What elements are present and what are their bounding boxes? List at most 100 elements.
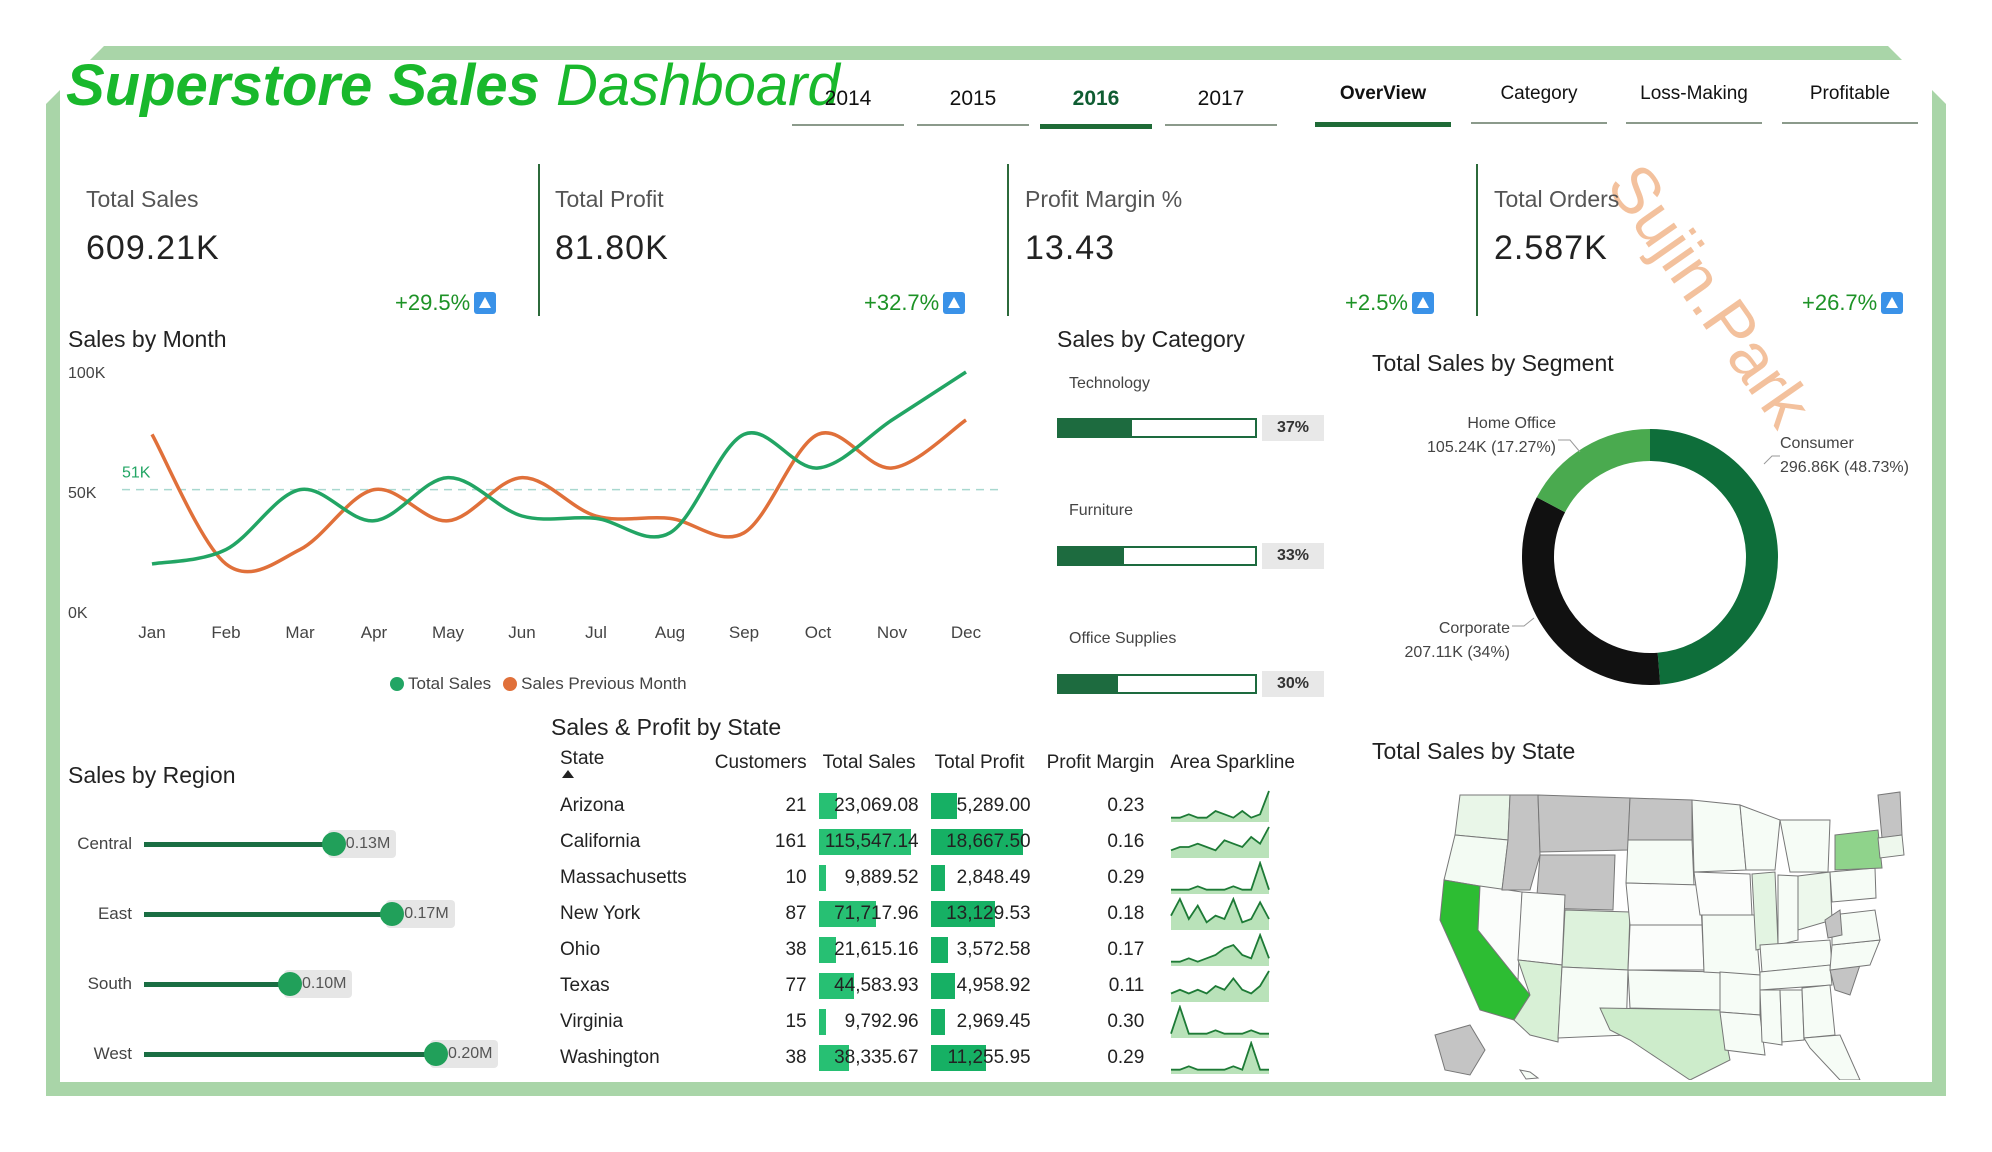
table-row[interactable]: Washington 38 38,335.67 11,255.95 0.29 xyxy=(552,1040,1303,1076)
table-row[interactable]: California 161 115,547.14 18,667.50 0.16 xyxy=(552,824,1303,860)
segment-label-home-office: Home Office 105.24K (17.27%) xyxy=(1410,412,1556,460)
sales-value: 21,615.16 xyxy=(834,939,919,960)
series-line-total-sales xyxy=(151,370,967,566)
kpi-total-orders: Total Orders 2.587K xyxy=(1494,186,1619,268)
region-label-east: East xyxy=(97,904,132,923)
cell-customers: 38 xyxy=(695,1040,815,1076)
table-row[interactable]: New York 87 71,717.96 13,129.53 0.18 xyxy=(552,896,1303,932)
margin-value: 0.23 xyxy=(1107,795,1145,816)
tab-loss-making[interactable]: Loss-Making xyxy=(1626,82,1762,124)
map-state-michigan xyxy=(1779,819,1831,873)
cell-area-sparkline xyxy=(1162,932,1303,968)
x-tick-label: Aug xyxy=(655,623,685,642)
tab-year-2016[interactable]: 2016 xyxy=(1040,86,1152,129)
region-dot-central[interactable] xyxy=(321,832,346,856)
map-state-oklahoma xyxy=(1627,969,1721,1011)
region-dot-west[interactable] xyxy=(424,1042,448,1066)
map-state-iowa xyxy=(1693,871,1753,916)
map-state-texas xyxy=(1599,1007,1731,1080)
x-tick-label: Jun xyxy=(508,623,535,642)
cell-total-sales: 9,792.96 xyxy=(815,1004,927,1040)
legend-dot-previous xyxy=(503,677,518,691)
tab-year-2014[interactable]: 2014 xyxy=(792,86,904,126)
state-name: Washington xyxy=(560,1047,660,1068)
tab-label: Loss-Making xyxy=(1640,83,1748,104)
map-state-colorado xyxy=(1561,909,1631,971)
category-label-office-supplies: Office Supplies xyxy=(1069,630,1177,647)
segment-name: Consumer xyxy=(1780,435,1854,452)
column-header-state[interactable]: State xyxy=(552,748,695,788)
column-header-total-sales[interactable]: Total Sales xyxy=(815,748,927,788)
cell-area-sparkline xyxy=(1162,1004,1303,1040)
x-tick-label: Jan xyxy=(138,623,165,642)
cell-area-sparkline xyxy=(1162,788,1303,824)
table-row[interactable]: Virginia 15 9,792.96 2,969.45 0.30 xyxy=(552,1004,1303,1040)
state-name: Ohio xyxy=(560,939,601,960)
cell-area-sparkline xyxy=(1162,860,1303,896)
cell-total-sales: 23,069.08 xyxy=(815,788,927,824)
donut-slice-corporate xyxy=(1522,497,1661,685)
region-label-central: Central xyxy=(77,834,132,853)
x-tick-label: Feb xyxy=(211,623,240,642)
segment-value: 207.11K (34%) xyxy=(1404,644,1510,661)
table-row[interactable]: Massachusetts 10 9,889.52 2,848.49 0.29 xyxy=(552,860,1303,896)
region-dot-east[interactable] xyxy=(380,902,405,926)
column-header-customers[interactable]: Customers xyxy=(695,748,815,788)
category-pct-office-supplies: 30% xyxy=(1262,671,1324,697)
cell-state: Texas xyxy=(552,968,695,1004)
table-row[interactable]: Texas 77 44,583.93 4,958.92 0.11 xyxy=(552,968,1303,1004)
delta-text: +26.7% xyxy=(1802,290,1878,315)
table-row[interactable]: Ohio 38 21,615.16 3,572.58 0.17 xyxy=(552,932,1303,968)
cell-profit-margin: 0.17 xyxy=(1039,932,1163,968)
column-header-area-sparkline[interactable]: Area Sparkline xyxy=(1162,748,1303,788)
state-name: Texas xyxy=(560,975,610,996)
cell-state: Arizona xyxy=(552,788,695,824)
cell-customers: 21 xyxy=(695,788,815,824)
map-state-illinois xyxy=(1751,871,1779,951)
tab-overview[interactable]: OverView xyxy=(1315,82,1451,127)
category-bar-fill xyxy=(1059,420,1132,436)
category-bar-fill xyxy=(1059,676,1118,692)
segment-name: Home Office xyxy=(1467,415,1556,432)
kpi-value: 609.21K xyxy=(86,229,220,267)
y-tick-label: 0K xyxy=(68,605,88,622)
map-state-georgia xyxy=(1801,984,1836,1039)
table-row[interactable]: Arizona 21 23,069.08 5,289.00 0.23 xyxy=(552,788,1303,824)
area-sparkline xyxy=(1171,933,1271,966)
customers-count: 161 xyxy=(774,831,807,852)
profit-databar xyxy=(930,1009,946,1035)
cell-profit-margin: 0.29 xyxy=(1039,860,1163,896)
tab-year-2015[interactable]: 2015 xyxy=(917,86,1029,126)
map-state-indiana xyxy=(1777,874,1799,946)
segment-value: 105.24K (17.27%) xyxy=(1427,439,1556,456)
profit-value: 13,129.53 xyxy=(946,903,1031,924)
delta-text: +29.5% xyxy=(395,290,471,315)
y-tick-label: 100K xyxy=(68,365,106,382)
tab-profitable[interactable]: Profitable xyxy=(1782,82,1918,124)
kpi-label: Total Profit xyxy=(555,186,664,212)
column-header-total-profit[interactable]: Total Profit xyxy=(927,748,1039,788)
legend-label-total: Total Sales xyxy=(408,674,492,693)
category-bar-fill xyxy=(1059,548,1124,564)
x-tick-label: Oct xyxy=(805,623,832,642)
cell-area-sparkline xyxy=(1162,824,1303,860)
column-header-profit-margin[interactable]: Profit Margin xyxy=(1039,748,1163,788)
legend-label-previous: Sales Previous Month xyxy=(521,674,687,693)
customers-count: 38 xyxy=(785,1047,807,1068)
map-state-alabama xyxy=(1779,989,1805,1043)
tab-category[interactable]: Category xyxy=(1471,82,1607,124)
region-bar-east xyxy=(144,912,393,917)
kpi-delta-total-orders: +26.7% xyxy=(1802,290,1904,316)
profit-value: 11,255.95 xyxy=(947,1047,1031,1068)
region-dot-south[interactable] xyxy=(278,972,302,996)
tab-year-2017[interactable]: 2017 xyxy=(1165,86,1277,126)
x-tick-label: Jul xyxy=(585,623,607,642)
map-state-louisiana xyxy=(1719,1011,1766,1056)
map-state-alaska xyxy=(1434,1024,1486,1076)
tab-label: OverView xyxy=(1339,83,1427,104)
profit-value: 3,572.58 xyxy=(956,939,1031,960)
map-state-florida xyxy=(1803,1034,1861,1080)
cell-total-profit: 13,129.53 xyxy=(927,896,1039,932)
state-name: Massachusetts xyxy=(560,867,687,888)
x-tick-label: Nov xyxy=(877,623,908,642)
